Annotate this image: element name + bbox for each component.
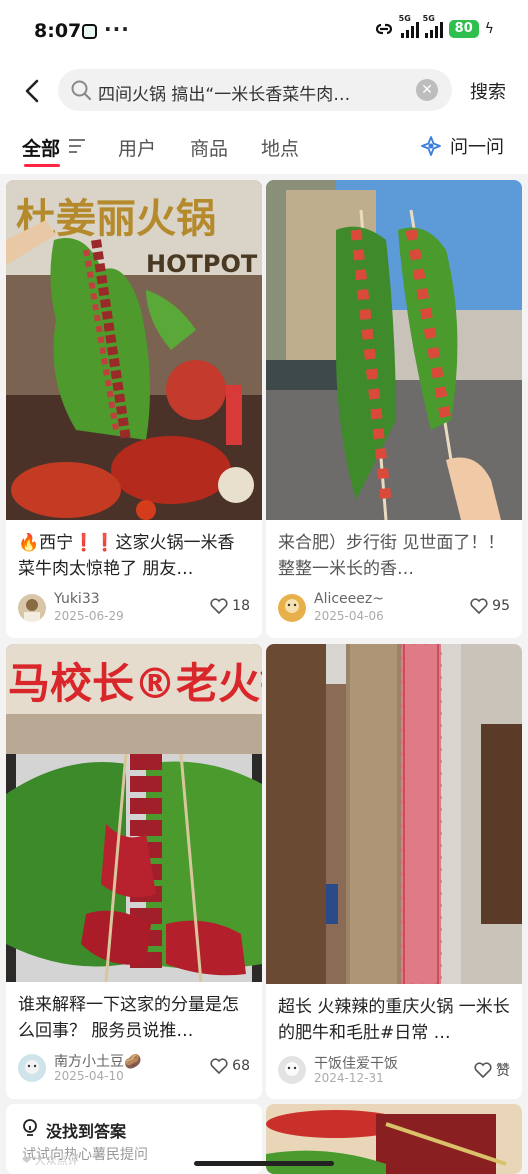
clear-search-button[interactable]: ✕ <box>416 79 438 101</box>
tab-places[interactable]: 地点 <box>261 134 299 161</box>
search-query-text[interactable]: 四间火锅 搞出“一米长香菜牛肉… <box>98 80 398 105</box>
avatar[interactable] <box>278 594 306 622</box>
status-bar: 8:07 ··· 5G 5G 80 ϟ <box>0 0 528 64</box>
more-notifications-icon: ··· <box>104 17 130 41</box>
post-date: 2024-12-31 <box>314 1071 384 1085</box>
signal-1-icon: 5G <box>399 14 419 38</box>
heart-icon <box>210 598 228 614</box>
filter-icon[interactable] <box>68 138 86 154</box>
like-count: 68 <box>232 1058 250 1074</box>
like-count: 赞 <box>496 1063 510 1079</box>
heart-icon <box>470 598 488 614</box>
post-image[interactable]: 杜姜丽火锅 HOTPOT <box>6 180 262 520</box>
author-name[interactable]: Aliceeez~ <box>314 591 384 607</box>
post-title[interactable]: 超长 火辣辣的重庆火锅 一米长的肥牛和毛肚#日常 … <box>278 994 510 1046</box>
charging-icon: ϟ <box>484 21 494 37</box>
search-bar-row: 四间火锅 搞出“一米长香菜牛肉… ✕ 搜索 <box>0 64 528 120</box>
search-button[interactable]: 搜索 <box>470 78 506 104</box>
like-count: 95 <box>492 598 510 614</box>
post-card[interactable]: 超长 火辣辣的重庆火锅 一米长的肥牛和毛肚#日常 … 干饭佳爱干饭 2024-1… <box>266 644 522 1099</box>
like-button[interactable]: 68 <box>210 1058 250 1074</box>
tab-users[interactable]: 用户 <box>118 134 156 161</box>
status-indicators: 5G 5G 80 ϟ <box>373 14 494 38</box>
author-name[interactable]: Yuki33 <box>54 591 100 607</box>
avatar[interactable] <box>18 1054 46 1082</box>
author-name[interactable]: 南方小土豆🥔 <box>54 1051 141 1071</box>
avatar[interactable] <box>18 594 46 622</box>
home-indicator[interactable] <box>194 1161 334 1166</box>
hotpot-skewer-photo: 杜姜丽火锅 HOTPOT <box>6 180 262 520</box>
like-button[interactable]: 95 <box>470 598 510 614</box>
post-title[interactable]: 谁来解释一下这家的分量是怎么回事？ 服务员说推… <box>18 992 250 1044</box>
back-arrow-icon[interactable] <box>20 76 44 106</box>
author-name[interactable]: 干饭佳爱干饭 <box>314 1053 398 1073</box>
store-sign-en: HOTPOT <box>146 250 258 278</box>
status-time: 8:07 <box>34 20 82 42</box>
heart-icon <box>474 1062 492 1078</box>
ask-star-icon <box>421 136 441 156</box>
signal-2-icon: 5G <box>423 14 443 38</box>
tab-all[interactable]: 全部 <box>22 134 60 161</box>
heart-icon <box>210 1058 228 1074</box>
watermark: ❤ 大众点评 <box>22 1154 79 1167</box>
post-image[interactable] <box>266 180 522 520</box>
post-image[interactable]: 马校长®老火锅 <box>6 644 262 982</box>
tab-products[interactable]: 商品 <box>190 134 228 161</box>
filter-tabs: 全部 用户 商品 地点 问一问 <box>0 120 528 174</box>
like-count: 18 <box>232 598 250 614</box>
app-notification-icon <box>82 24 97 39</box>
search-icon <box>71 80 92 101</box>
search-input[interactable]: 四间火锅 搞出“一米长香菜牛肉… ✕ <box>58 69 452 111</box>
post-title[interactable]: 🔥西宁❗❗这家火锅一米香菜牛肉太惊艳了 朋友… <box>18 530 250 582</box>
post-image[interactable] <box>266 644 522 984</box>
battery-indicator: 80 <box>448 20 479 38</box>
lightbulb-icon <box>23 1119 37 1136</box>
post-date: 2025-06-29 <box>54 609 124 623</box>
street-skewer-photo <box>266 180 522 520</box>
post-card[interactable]: 来合肥）步行街 见世面了！！ 整整一米长的香… Aliceeez~ 2025-0… <box>266 180 522 638</box>
post-title[interactable]: 来合肥）步行街 见世面了！！ 整整一米长的香… <box>278 530 510 582</box>
like-button[interactable]: 18 <box>210 598 250 614</box>
beef-skewer-tray-photo: 马校长®老火锅 <box>6 644 262 982</box>
long-skewer-photo <box>266 644 522 984</box>
ask-button[interactable]: 问一问 <box>420 133 504 159</box>
like-button[interactable]: 赞 <box>474 1060 510 1080</box>
active-tab-indicator <box>24 164 60 167</box>
post-date: 2025-04-06 <box>314 609 384 623</box>
ask-label: 问一问 <box>450 137 504 158</box>
post-date: 2025-04-10 <box>54 1069 124 1083</box>
link-icon <box>375 23 392 35</box>
post-card[interactable]: 马校长®老火锅 谁来解释一下这家的分量是怎么回事？ 服务员说推… 南方小土豆🥔 … <box>6 644 262 1099</box>
post-card[interactable]: 杜姜丽火锅 HOTPOT 🔥西宁❗❗这家火锅一米香菜牛肉太惊艳了 朋友… Yuk… <box>6 180 262 638</box>
store-sign-text: 马校长®老火锅 <box>8 659 262 708</box>
avatar[interactable] <box>278 1056 306 1084</box>
faq-title: 没找到答案 <box>46 1122 127 1141</box>
